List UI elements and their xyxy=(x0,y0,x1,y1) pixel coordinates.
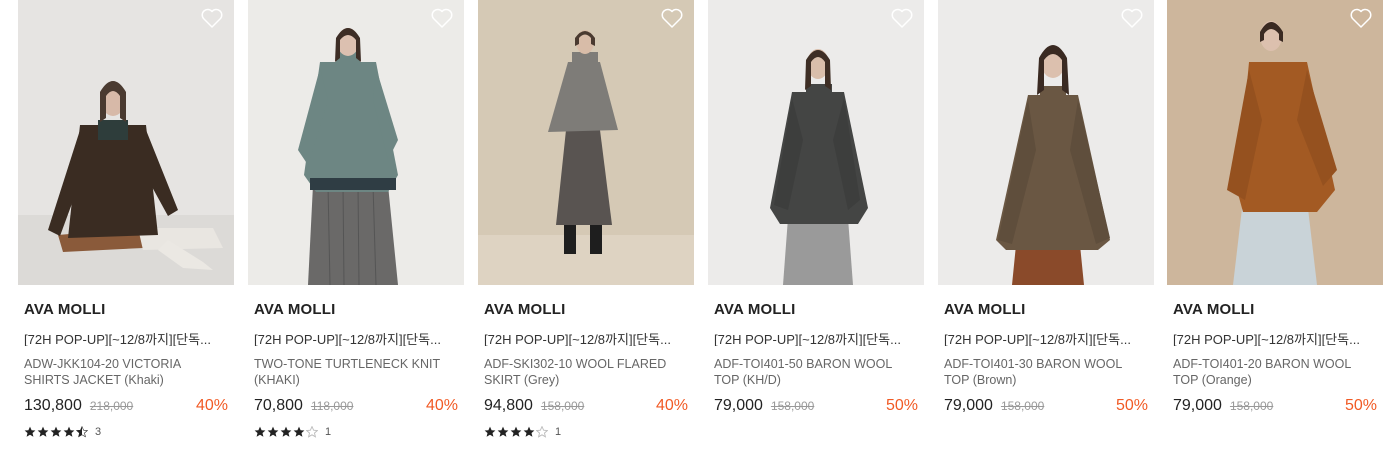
brand-name: AVA MOLLI xyxy=(484,301,566,318)
rating: 1 xyxy=(484,425,688,439)
star-icon xyxy=(76,426,88,438)
original-price: 158,000 xyxy=(540,399,585,413)
heart-outline-icon[interactable] xyxy=(660,7,684,29)
original-price: 118,000 xyxy=(310,399,354,413)
star-icon xyxy=(280,426,292,438)
product-info: AVA MOLLI [72H POP-UP][~12/8까지][단독... AD… xyxy=(18,301,234,439)
product-image[interactable] xyxy=(708,0,924,285)
star-icon xyxy=(254,426,266,438)
review-count: 1 xyxy=(325,426,332,438)
product-photo xyxy=(478,0,694,285)
discount-rate: 40% xyxy=(655,397,688,414)
review-count: 1 xyxy=(555,426,562,438)
sale-price: 94,800 xyxy=(484,397,533,414)
promo-text: [72H POP-UP][~12/8까지][단독... xyxy=(24,332,211,346)
original-price: 158,000 xyxy=(1229,399,1274,413)
product-name[interactable]: ADF-TOI401-50 BARON WOOL TOP (KH/D) xyxy=(714,356,918,388)
star-rating xyxy=(254,426,319,438)
product-image[interactable] xyxy=(1167,0,1383,285)
product-info: AVA MOLLI [72H POP-UP][~12/8까지][단독... AD… xyxy=(938,301,1154,417)
product-name[interactable]: ADF-SKI302-10 WOOL FLARED SKIRT (Grey) xyxy=(484,356,688,388)
product-image[interactable] xyxy=(248,0,464,285)
product-card[interactable]: AVA MOLLI [72H POP-UP][~12/8까지][단독... TW… xyxy=(248,0,464,471)
original-price: 158,000 xyxy=(1000,399,1045,413)
product-photo xyxy=(938,0,1154,285)
product-card[interactable]: AVA MOLLI [72H POP-UP][~12/8까지][단독... AD… xyxy=(938,0,1154,471)
product-info: AVA MOLLI [72H POP-UP][~12/8까지][단독... AD… xyxy=(478,301,694,439)
product-name[interactable]: TWO-TONE TURTLENECK KNIT (KHAKI) xyxy=(254,356,458,388)
star-icon xyxy=(306,426,318,438)
product-info: AVA MOLLI [72H POP-UP][~12/8까지][단독... AD… xyxy=(708,301,924,417)
original-price: 218,000 xyxy=(89,399,134,413)
product-name[interactable]: ADW-JKK104-20 VICTORIA SHIRTS JACKET (Kh… xyxy=(24,356,228,388)
promo-text: [72H POP-UP][~12/8까지][단독... xyxy=(944,332,1131,346)
price-row: 79,000 158,000 50% xyxy=(944,397,1148,417)
discount-rate: 50% xyxy=(1344,397,1377,414)
sale-price: 79,000 xyxy=(714,397,763,414)
brand-name: AVA MOLLI xyxy=(254,301,336,318)
sale-price: 70,800 xyxy=(254,397,303,414)
product-name[interactable]: ADF-TOI401-30 BARON WOOL TOP (Brown) xyxy=(944,356,1148,388)
discount-rate: 40% xyxy=(195,397,228,414)
promo-text: [72H POP-UP][~12/8까지][단독... xyxy=(254,332,441,346)
heart-outline-icon[interactable] xyxy=(200,7,224,29)
product-name[interactable]: ADF-TOI401-20 BARON WOOL TOP (Orange) xyxy=(1173,356,1377,388)
brand-name: AVA MOLLI xyxy=(714,301,796,318)
product-info: AVA MOLLI [72H POP-UP][~12/8까지][단독... AD… xyxy=(1167,301,1383,417)
discount-rate: 50% xyxy=(1115,397,1148,414)
rating: 3 xyxy=(24,425,228,439)
star-icon xyxy=(24,426,36,438)
promo-text: [72H POP-UP][~12/8까지][단독... xyxy=(714,332,901,346)
brand-name: AVA MOLLI xyxy=(944,301,1026,318)
price-row: 79,000 158,000 50% xyxy=(714,397,918,417)
star-rating xyxy=(24,426,89,438)
product-card[interactable]: AVA MOLLI [72H POP-UP][~12/8까지][단독... AD… xyxy=(1167,0,1383,471)
product-info: AVA MOLLI [72H POP-UP][~12/8까지][단독... TW… xyxy=(248,301,464,439)
brand-name: AVA MOLLI xyxy=(1173,301,1255,318)
price-row: 130,800 218,000 40% xyxy=(24,397,228,417)
product-grid: AVA MOLLI [72H POP-UP][~12/8까지][단독... AD… xyxy=(0,0,1389,471)
star-icon xyxy=(510,426,522,438)
price-row: 79,000 158,000 50% xyxy=(1173,397,1377,417)
star-rating xyxy=(484,426,549,438)
product-card[interactable]: AVA MOLLI [72H POP-UP][~12/8까지][단독... AD… xyxy=(708,0,924,471)
star-icon xyxy=(37,426,49,438)
product-photo xyxy=(1167,0,1383,285)
product-card[interactable]: AVA MOLLI [72H POP-UP][~12/8까지][단독... AD… xyxy=(18,0,234,471)
product-photo xyxy=(18,0,234,285)
star-icon xyxy=(523,426,535,438)
heart-outline-icon[interactable] xyxy=(430,7,454,29)
promo-text: [72H POP-UP][~12/8까지][단독... xyxy=(484,332,671,346)
sale-price: 79,000 xyxy=(944,397,993,414)
sale-price: 79,000 xyxy=(1173,397,1222,414)
star-icon xyxy=(484,426,496,438)
heart-outline-icon[interactable] xyxy=(1120,7,1144,29)
product-photo xyxy=(708,0,924,285)
brand-name: AVA MOLLI xyxy=(24,301,106,318)
star-icon xyxy=(497,426,509,438)
product-image[interactable] xyxy=(938,0,1154,285)
discount-rate: 50% xyxy=(885,397,918,414)
original-price: 158,000 xyxy=(770,399,815,413)
promo-text: [72H POP-UP][~12/8까지][단독... xyxy=(1173,332,1360,346)
star-icon xyxy=(536,426,548,438)
product-image[interactable] xyxy=(478,0,694,285)
product-card[interactable]: AVA MOLLI [72H POP-UP][~12/8까지][단독... AD… xyxy=(478,0,694,471)
sale-price: 130,800 xyxy=(24,397,82,414)
discount-rate: 40% xyxy=(425,397,458,414)
star-icon xyxy=(267,426,279,438)
star-icon xyxy=(50,426,62,438)
star-icon xyxy=(293,426,305,438)
review-count: 3 xyxy=(95,426,102,438)
star-icon xyxy=(63,426,75,438)
rating: 1 xyxy=(254,425,458,439)
heart-outline-icon[interactable] xyxy=(890,7,914,29)
price-row: 94,800 158,000 40% xyxy=(484,397,688,417)
product-photo xyxy=(248,0,464,285)
product-image[interactable] xyxy=(18,0,234,285)
price-row: 70,800 118,000 40% xyxy=(254,397,458,417)
heart-outline-icon[interactable] xyxy=(1349,7,1373,29)
